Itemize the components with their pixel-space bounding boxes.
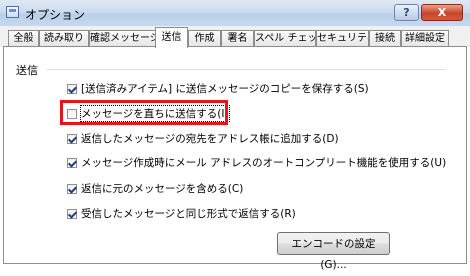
tab-compose[interactable]: 作成 [188,30,221,46]
option-save-copy[interactable]: [送信済みアイテム] に送信メッセージのコピーを保存する(S) [67,81,369,96]
option-label: メッセージ作成時にメール アドレスのオートコンプリート機能を使用する(U) [81,157,447,169]
send-group-label: 送信 [16,64,38,77]
checkbox-save-copy[interactable] [67,83,77,94]
tab-send[interactable]: 送信 [155,27,188,48]
option-reply-same-format[interactable]: 受信したメッセージと同じ形式で返信する(R) [67,206,296,221]
window-icon [6,6,19,18]
option-label: メッセージを直ちに送信する(I) [80,105,230,122]
close-button[interactable]: X [421,4,463,21]
group-divider [47,69,445,70]
tab-read[interactable]: 読み取り [39,30,89,46]
help-button[interactable]: ? [394,4,419,21]
option-label: [送信済みアイテム] に送信メッセージのコピーを保存する(S) [81,83,369,95]
tab-advanced[interactable]: 詳細設定 [401,30,449,46]
checkbox-autocomplete[interactable] [67,157,77,168]
option-label: 受信したメッセージと同じ形式で返信する(R) [81,208,296,220]
option-autocomplete[interactable]: メッセージ作成時にメール アドレスのオートコンプリート機能を使用する(U) [67,155,446,170]
tab-general[interactable]: 全般 [8,30,39,46]
option-send-immediately[interactable]: メッセージを直ちに送信する(I) [67,105,230,122]
tab-connection[interactable]: 接続 [369,30,401,46]
tab-spelling[interactable]: スペル チェック [254,30,316,46]
encoding-settings-button[interactable]: エンコードの設定(G)... [277,232,390,271]
title-bar: オプション ? X [0,0,470,27]
option-label: 返信したメッセージの宛先をアドレス帳に追加する(D) [81,133,339,145]
option-include-original[interactable]: 返信に元のメッセージを含める(C) [67,181,243,196]
window-title: オプション [25,8,86,22]
tab-receipts[interactable]: 確認メッセージ [89,30,156,46]
tab-security[interactable]: セキュリティ [316,30,369,46]
checkbox-add-to-address-book[interactable] [67,133,77,144]
checkbox-send-immediately[interactable] [67,108,77,119]
checkbox-include-original[interactable] [67,183,77,194]
tab-strip: 全般 読み取り 確認メッセージ 送信 作成 署名 スペル チェック セキュリティ… [0,26,470,48]
tab-signatures[interactable]: 署名 [221,30,254,46]
checkbox-reply-same-format[interactable] [67,208,77,219]
option-label: 返信に元のメッセージを含める(C) [81,183,244,195]
option-add-to-address-book[interactable]: 返信したメッセージの宛先をアドレス帳に追加する(D) [67,131,339,146]
